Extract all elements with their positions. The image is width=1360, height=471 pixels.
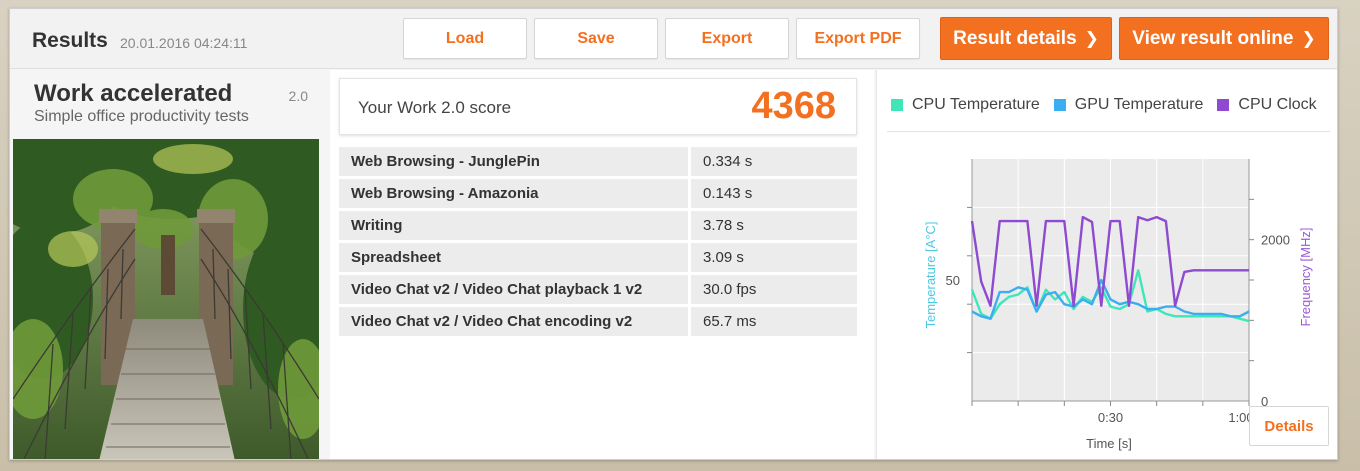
load-button[interactable]: Load [403,18,527,59]
save-button[interactable]: Save [534,18,658,59]
table-row: Video Chat v2 / Video Chat encoding v2 65… [339,307,857,336]
export-pdf-button[interactable]: Export PDF [796,18,920,59]
table-row: Video Chat v2 / Video Chat playback 1 v2… [339,275,857,304]
chevron-right-icon: ❯ [1084,28,1099,48]
results-header: Results 20.01.2016 04:24:11 Load Save Ex… [10,9,1337,69]
test-title: Work accelerated [34,80,233,107]
result-value: 3.78 s [691,211,857,240]
results-table: Web Browsing - JunglePin 0.334 s Web Brows… [339,144,857,339]
result-value: 3.09 s [691,243,857,272]
view-result-online-label: View result online [1132,27,1294,49]
rope-bridge-image [13,139,319,459]
result-name: Video Chat v2 / Video Chat encoding v2 [339,307,691,336]
monitoring-chart: 0:30 1:005020000 Time [s] Temperature [A°… [923,159,1313,451]
test-info-panel: Work accelerated Simple office productiv… [10,70,320,459]
result-details-label: Result details [953,27,1077,49]
test-subtitle: Simple office productivity tests [34,108,249,125]
score-value: 4368 [751,85,836,127]
x-tick-label: 0:30 [1098,410,1123,425]
score-panel: Your Work 2.0 score 4368 Web Browsing - … [330,70,874,459]
export-button[interactable]: Export [665,18,789,59]
table-row: Web Browsing - Amazonia 0.143 s [339,179,857,208]
table-row: Spreadsheet 3.09 s [339,243,857,272]
results-window: Results 20.01.2016 04:24:11 Load Save Ex… [9,8,1338,460]
result-value: 65.7 ms [691,307,857,336]
table-row: Web Browsing - JunglePin 0.334 s [339,147,857,176]
score-box: Your Work 2.0 score 4368 [339,78,857,135]
view-result-online-button[interactable]: View result online ❯ [1119,17,1329,60]
result-name: Web Browsing - JunglePin [339,147,691,176]
test-version: 2.0 [288,88,308,104]
result-value: 0.143 s [691,179,857,208]
result-name: Spreadsheet [339,243,691,272]
details-button[interactable]: Details [1249,406,1329,446]
chevron-right-icon: ❯ [1301,28,1316,48]
result-name: Web Browsing - Amazonia [339,179,691,208]
result-name: Writing [339,211,691,240]
result-value: 0.334 s [691,147,857,176]
y-left-tick-label: 50 [946,273,960,288]
monitoring-panel: CPU Temperature GPU Temperature CPU Cloc… [876,70,1337,459]
result-name: Video Chat v2 / Video Chat playback 1 v2 [339,275,691,304]
y-left-axis-label: Temperature [A°C] [923,221,938,328]
page-title: Results [32,29,108,52]
score-label: Your Work 2.0 score [358,98,512,117]
result-timestamp: 20.01.2016 04:24:11 [120,35,248,51]
x-axis-label: Time [s] [1086,436,1132,451]
table-row: Writing 3.78 s [339,211,857,240]
result-details-button[interactable]: Result details ❯ [940,17,1112,60]
y-right-tick-label: 2000 [1261,233,1290,248]
result-value: 30.0 fps [691,275,857,304]
y-right-axis-label: Frequency [MHz] [1298,228,1313,327]
